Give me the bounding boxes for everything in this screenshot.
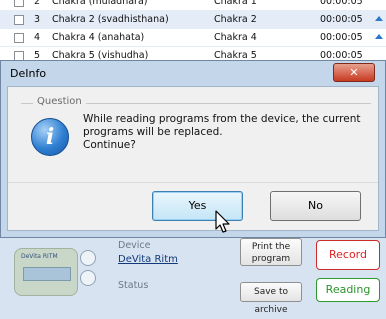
- row-name: Chakra 2 (svadhisthana): [52, 14, 169, 25]
- cursor-icon: [215, 210, 230, 233]
- print-program-button[interactable]: Print the program: [240, 238, 302, 266]
- device-screen-label: DeVita RITM: [21, 253, 58, 260]
- record-button[interactable]: Record: [316, 240, 380, 270]
- question-dialog: DeInfo ✕ Question i While reading progra…: [0, 60, 386, 238]
- row-duration: 00:00:05: [320, 14, 363, 25]
- row-checkbox[interactable]: [14, 33, 24, 43]
- row-number: 2: [34, 0, 41, 7]
- message-line: While reading programs from the device, …: [83, 113, 361, 125]
- device-screen: [23, 267, 71, 281]
- table-row[interactable]: 2 Chakra (muladhara) Chakra 1 00:00:05: [0, 0, 386, 11]
- row-number: 3: [34, 14, 41, 25]
- row-checkbox[interactable]: [14, 0, 24, 7]
- dialog-body: Question i While reading programs from t…: [7, 86, 379, 231]
- move-up-icon[interactable]: [375, 16, 383, 21]
- no-button[interactable]: No: [270, 191, 361, 221]
- row-number: 4: [34, 32, 41, 43]
- divider: [8, 182, 378, 183]
- row-name: Chakra 4 (anahata): [52, 32, 145, 43]
- save-to-archive-button[interactable]: Save to archive: [240, 282, 302, 315]
- dialog-message: While reading programs from the device, …: [83, 113, 363, 152]
- reading-button[interactable]: Reading: [316, 278, 380, 302]
- row-group: Chakra 1: [214, 0, 257, 7]
- close-button[interactable]: ✕: [333, 63, 375, 82]
- device-value[interactable]: DeVita Ritm: [118, 254, 178, 265]
- row-checkbox[interactable]: [14, 15, 24, 25]
- program-list: 2 Chakra (muladhara) Chakra 1 00:00:05 3…: [0, 0, 386, 68]
- close-icon: ✕: [349, 66, 359, 79]
- message-line: Continue?: [83, 139, 136, 151]
- row-group: Chakra 4: [214, 32, 257, 43]
- device-label: Device: [118, 240, 151, 251]
- row-duration: 00:00:05: [320, 0, 363, 7]
- row-duration: 00:00:05: [320, 32, 363, 43]
- question-group: Question i While reading programs from t…: [21, 96, 371, 170]
- row-name: Chakra (muladhara): [52, 0, 148, 7]
- dialog-titlebar[interactable]: DeInfo ✕: [1, 61, 386, 85]
- print-label-line2: program: [251, 254, 291, 264]
- print-label-line1: Print the: [251, 242, 291, 252]
- device-image: DeVita RITM: [14, 248, 78, 296]
- message-line: programs will be replaced.: [83, 126, 223, 138]
- row-group: Chakra 2: [214, 14, 257, 25]
- table-row[interactable]: 3 Chakra 2 (svadhisthana) Chakra 2 00:00…: [0, 11, 386, 29]
- dialog-title: DeInfo: [10, 67, 47, 80]
- info-icon: i: [31, 118, 69, 156]
- knob-icon: [80, 250, 96, 266]
- move-up-icon[interactable]: [375, 34, 383, 39]
- group-label: Question: [33, 96, 86, 107]
- table-row[interactable]: 4 Chakra 4 (anahata) Chakra 4 00:00:05: [0, 29, 386, 47]
- status-label: Status: [118, 280, 149, 291]
- knob-icon: [80, 270, 96, 286]
